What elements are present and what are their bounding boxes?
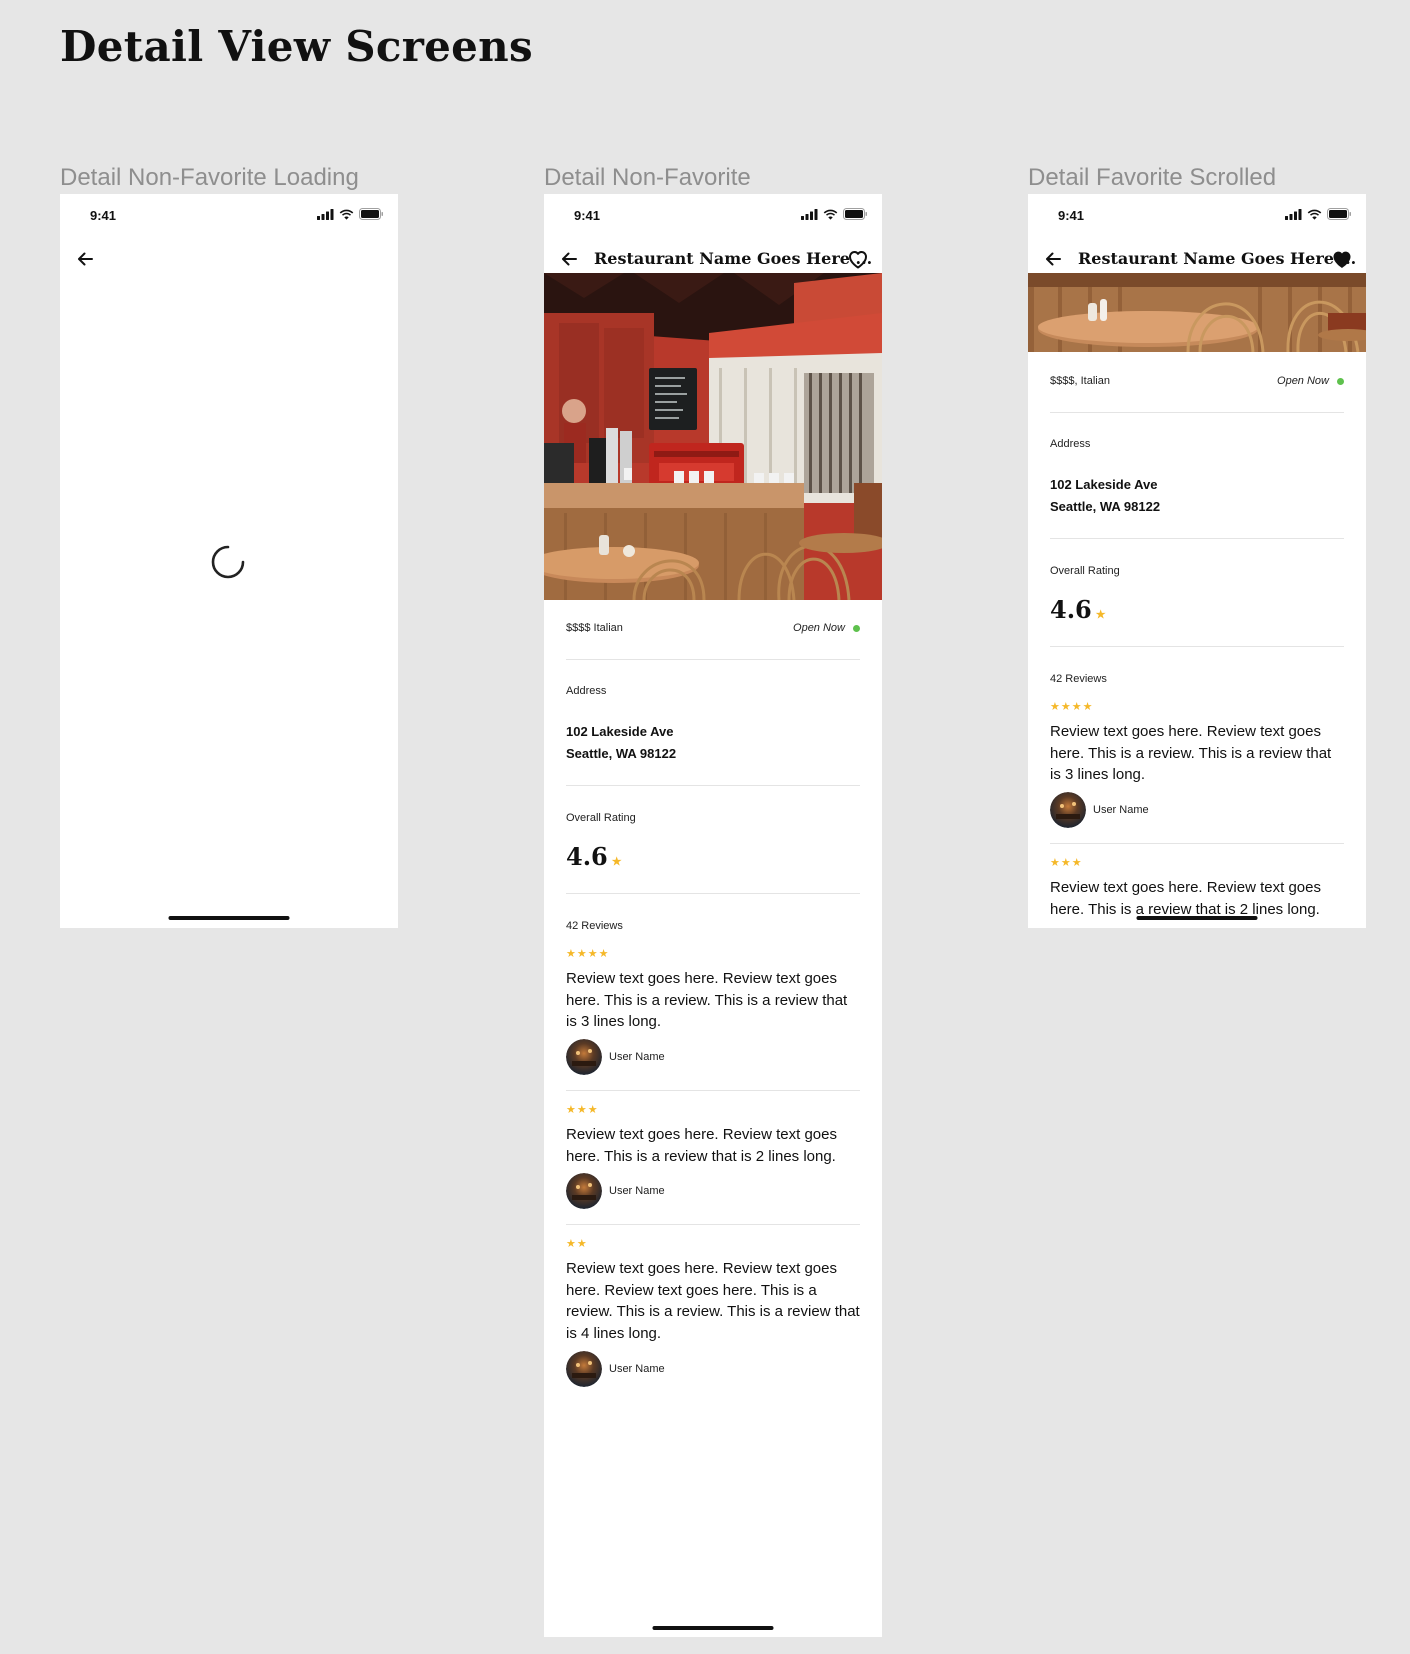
status-icons [1285,208,1352,220]
open-status-text: Open Now [1277,375,1329,387]
price-category-row: $$$$, Italian Open Now [1050,375,1344,387]
address-line-1: 102 Lakeside Ave [566,724,674,739]
divider [1050,412,1344,413]
heart-filled-icon[interactable] [1330,247,1354,271]
reviewer: User Name [1050,792,1149,828]
phone-frame-loading: 9:41 [60,194,398,928]
address-line-2: Seattle, WA 98122 [566,746,677,761]
reviewer: User Name [566,1351,665,1387]
restaurant-title: Restaurant Name Goes Here ... [1078,249,1357,268]
nav-bar [60,234,398,284]
battery-icon [843,208,867,220]
review-stars: ★★★ [566,1104,599,1116]
divider [1050,843,1344,844]
user-name: User Name [609,1051,665,1063]
review-stars: ★★★★ [1050,701,1094,713]
open-status-dot [853,624,860,632]
address-label: Address [566,685,607,697]
home-indicator [652,1626,774,1630]
review-text: Review text goes here. Review text goes … [1050,723,1332,783]
avatar [566,1351,602,1387]
overall-rating: 4.6 ★ [1050,595,1106,624]
divider [1050,646,1344,647]
user-name: User Name [609,1185,665,1197]
status-time: 9:41 [1058,208,1085,223]
divider [566,1224,860,1225]
status-bar: 9:41 [544,194,882,234]
heart-outline-icon[interactable] [846,247,870,271]
frame-label-non-favorite: Detail Non-Favorite [544,164,751,191]
cellular-signal-icon [1285,208,1302,220]
overall-rating-label: Overall Rating [1050,565,1120,577]
avatar [566,1173,602,1209]
review-text: Review text goes here. Review text goes … [566,970,848,1030]
status-bar: 9:41 [60,194,398,234]
user-name: User Name [1093,804,1149,816]
restaurant-photo [544,273,882,600]
reviewer: User Name [566,1173,665,1209]
reviews-count: 42 Reviews [1050,673,1107,685]
back-arrow-icon[interactable] [558,248,580,270]
battery-icon [359,208,383,220]
page-title: Detail View Screens [60,22,533,71]
restaurant-photo [1028,273,1366,352]
status-bar: 9:41 [1028,194,1366,234]
cellular-signal-icon [801,208,818,220]
review-text: Review text goes here. Review text goes … [566,1260,860,1342]
address-line-2: Seattle, WA 98122 [1050,499,1161,514]
divider [566,659,860,660]
status-time: 9:41 [574,208,601,223]
overall-rating-label: Overall Rating [566,812,636,824]
star-icon: ★ [1095,608,1106,621]
avatar [1050,792,1086,828]
address-label: Address [1050,438,1091,450]
loading-spinner-icon [211,545,245,579]
divider [1050,538,1344,539]
reviews-count: 42 Reviews [566,920,623,932]
status-icons [801,208,868,220]
phone-frame-non-favorite: 9:41 Restaurant Name Goes Here ... $$$$ … [544,194,882,1637]
wifi-icon [339,209,354,220]
address-line-1: 102 Lakeside Ave [1050,477,1158,492]
review-text: Review text goes here. Review text goes … [1050,879,1321,918]
avatar [566,1039,602,1075]
frame-label-favorite-scrolled: Detail Favorite Scrolled [1028,164,1277,191]
overall-rating-value: 4.6 [1050,595,1092,624]
open-status: Open Now [1277,375,1344,387]
overall-rating-value: 4.6 [566,842,608,871]
frame-label-loading: Detail Non-Favorite Loading [60,164,359,191]
home-indicator [168,916,290,920]
reviewer: User Name [566,1039,665,1075]
divider [566,893,860,894]
user-name: User Name [609,1363,665,1375]
back-arrow-icon[interactable] [74,248,96,270]
cellular-signal-icon [317,208,334,220]
battery-icon [1327,208,1351,220]
overall-rating: 4.6 ★ [566,842,622,871]
review-stars: ★★ [566,1238,588,1250]
open-status: Open Now [793,622,860,634]
open-status-dot [1337,377,1344,385]
status-icons [317,208,384,220]
phone-frame-favorite-scrolled: 9:41 Restaurant Name Goes Here ... $$$$,… [1028,194,1366,928]
star-icon: ★ [611,855,622,868]
price-category-row: $$$$ Italian Open Now [566,622,860,634]
divider [566,785,860,786]
open-status-text: Open Now [793,622,845,634]
review-text: Review text goes here. Review text goes … [566,1126,837,1165]
review-stars: ★★★★ [566,948,610,960]
home-indicator [1136,916,1258,920]
status-time: 9:41 [90,208,117,223]
review-stars: ★★★ [1050,857,1083,869]
wifi-icon [823,209,838,220]
restaurant-title: Restaurant Name Goes Here ... [594,249,873,268]
price-category: $$$$, Italian [1050,375,1110,387]
divider [566,1090,860,1091]
wifi-icon [1307,209,1322,220]
price-category: $$$$ Italian [566,622,623,634]
back-arrow-icon[interactable] [1042,248,1064,270]
